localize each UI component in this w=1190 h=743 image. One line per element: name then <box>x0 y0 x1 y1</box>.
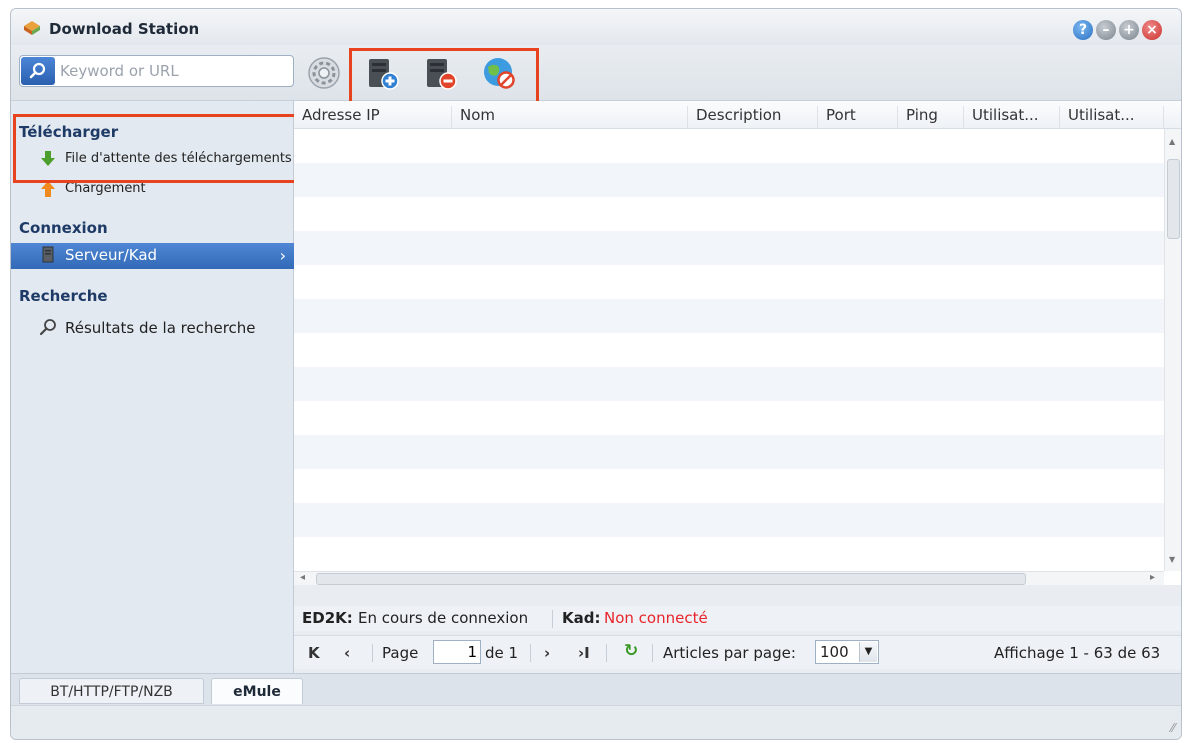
table-row <box>294 129 1164 163</box>
download-station-window: Download Station ? – + × Keyword or URL … <box>10 8 1182 740</box>
table-row <box>294 503 1164 537</box>
table-row <box>294 163 1164 197</box>
scroll-down-icon[interactable]: ▼ <box>1169 555 1175 564</box>
bottom-tab-bar: BT/HTTP/FTP/NZB eMule <box>11 673 1181 705</box>
page-count-label: de 1 <box>485 644 519 662</box>
scroll-left-icon[interactable]: ◂ <box>300 572 305 583</box>
divider <box>652 644 653 662</box>
sidebar-item-label: Résultats de la recherche <box>65 319 256 337</box>
per-page-value: 100 <box>820 643 849 661</box>
section-recherche: Recherche <box>19 287 108 305</box>
table-body <box>294 129 1164 571</box>
tab-bt-http-ftp-nzb[interactable]: BT/HTTP/FTP/NZB <box>19 678 204 704</box>
sidebar-item-label: Chargement <box>65 181 146 196</box>
prev-page-icon[interactable]: ‹ <box>344 644 350 662</box>
sidebar-highlight-box <box>13 114 297 183</box>
vertical-scrollbar[interactable]: ▲ ▼ <box>1164 129 1181 571</box>
scroll-right-icon[interactable]: ▸ <box>1150 572 1155 583</box>
toolbar <box>11 45 1181 106</box>
search-box <box>19 55 294 87</box>
help-button[interactable]: ? <box>1073 20 1093 40</box>
search-icon <box>39 319 56 336</box>
table-row <box>294 367 1164 401</box>
column-header-ping[interactable]: Ping <box>898 106 964 128</box>
table-row <box>294 537 1164 571</box>
table-row <box>294 231 1164 265</box>
chevron-right-icon: › <box>279 246 286 265</box>
page-label: Page <box>382 644 419 662</box>
resize-grip-icon[interactable]: ⁄⁄ <box>1171 721 1175 735</box>
per-page-label: Articles par page: <box>663 644 796 662</box>
kad-status: Non connecté <box>604 609 708 627</box>
section-connexion: Connexion <box>19 219 108 237</box>
search-input[interactable] <box>60 57 288 85</box>
gear-icon[interactable] <box>304 53 344 93</box>
divider <box>552 610 553 628</box>
scrollbar-thumb[interactable] <box>316 573 1026 585</box>
display-count: Affichage 1 - 63 de 63 <box>994 644 1161 662</box>
last-page-icon[interactable]: ›I <box>578 644 590 662</box>
table-row <box>294 469 1164 503</box>
table-row <box>294 333 1164 367</box>
column-header-users[interactable]: Utilisat... <box>964 106 1060 128</box>
sidebar-item-search-results[interactable]: Résultats de la recherche <box>11 316 294 340</box>
sidebar: Télécharger File d'attente des télécharg… <box>11 101 294 673</box>
divider <box>530 644 531 662</box>
server-table: Adresse IP Nom Description Port Ping Uti… <box>294 101 1181 585</box>
divider <box>606 644 607 662</box>
horizontal-scrollbar[interactable]: ◂ ▸ <box>294 571 1164 585</box>
scrollbar-thumb[interactable] <box>1167 159 1180 239</box>
column-header-users-2[interactable]: Utilisat... <box>1060 106 1164 128</box>
ed2k-label: ED2K: <box>302 609 353 627</box>
kad-label: Kad: <box>562 609 601 627</box>
table-row <box>294 299 1164 333</box>
table-row <box>294 401 1164 435</box>
close-button[interactable]: × <box>1142 20 1162 40</box>
footer-bar: ⁄⁄ <box>11 705 1181 739</box>
column-header-name[interactable]: Nom <box>452 106 688 128</box>
sidebar-item-label: Serveur/Kad <box>65 246 158 264</box>
table-row <box>294 197 1164 231</box>
first-page-icon[interactable]: K <box>308 644 320 662</box>
title-bar: Download Station ? – + × <box>11 9 1181 45</box>
refresh-icon[interactable]: ↻ <box>624 641 638 661</box>
page-number-input[interactable] <box>433 640 481 664</box>
search-button[interactable] <box>21 57 55 85</box>
scroll-up-icon[interactable]: ▲ <box>1169 137 1175 146</box>
connection-status: ED2K: En cours de connexion Kad: Non con… <box>294 606 1181 631</box>
ed2k-status: En cours de connexion <box>358 609 529 627</box>
column-header-port[interactable]: Port <box>818 106 898 128</box>
tab-emule[interactable]: eMule <box>211 678 303 704</box>
divider <box>372 644 373 662</box>
table-row <box>294 265 1164 299</box>
search-icon <box>29 62 46 79</box>
pagination-bar: K ‹ Page de 1 › ›I ↻ Articles par page: … <box>294 635 1181 669</box>
sidebar-item-serveur-kad[interactable]: Serveur/Kad › <box>11 243 294 269</box>
table-row <box>294 435 1164 469</box>
maximize-button[interactable]: + <box>1119 20 1139 40</box>
next-page-icon[interactable]: › <box>544 644 550 662</box>
toolbar-highlight-box <box>349 48 539 106</box>
download-station-icon <box>24 21 40 35</box>
table-header: Adresse IP Nom Description Port Ping Uti… <box>294 101 1181 129</box>
per-page-select[interactable]: 100 ▼ <box>815 640 879 664</box>
column-header-description[interactable]: Description <box>688 106 818 128</box>
chevron-down-icon[interactable]: ▼ <box>859 642 877 662</box>
column-header-ip[interactable]: Adresse IP <box>294 106 452 128</box>
server-icon <box>42 246 54 263</box>
app-title: Download Station <box>49 20 200 38</box>
minimize-button[interactable]: – <box>1096 20 1116 40</box>
